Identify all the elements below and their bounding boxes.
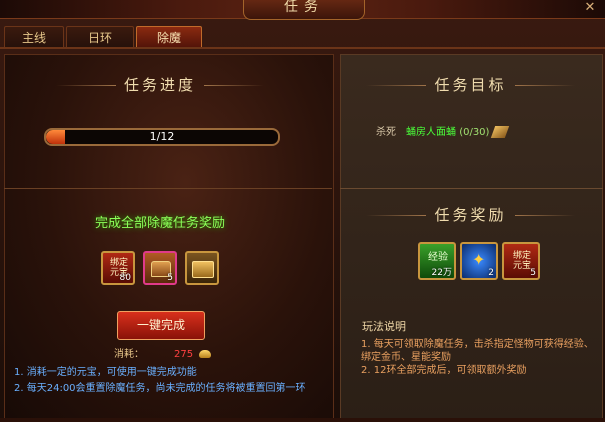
star-soul-icon: ✦	[472, 250, 486, 269]
experience-icon: 经验	[428, 252, 448, 263]
left-divider	[4, 188, 332, 189]
item-count: 5	[530, 268, 536, 278]
task-reward-experience[interactable]: 经验 22万	[418, 242, 456, 280]
sword-icon[interactable]	[491, 126, 510, 138]
note-line: 2. 每天24:00会重置除魔任务，尚未完成的任务将被重置回第一环	[14, 383, 306, 394]
cost-value: 275	[174, 349, 194, 360]
item-count: 22万	[431, 268, 452, 278]
cost-label: 消耗：	[114, 349, 144, 360]
task-reward-bound-ingot[interactable]: 绑定 元宝 5	[502, 242, 540, 280]
item-count: 80	[119, 273, 131, 283]
window-title: 任务	[243, 0, 365, 20]
note-line: 1. 消耗一定的元宝，可使用一键完成功能	[14, 367, 197, 378]
tab-bar: 主线 日环 除魔	[0, 26, 605, 49]
target-monster-link[interactable]: 蛹房人面蛹	[406, 127, 456, 138]
progress-notes: 1. 消耗一定的元宝，可使用一键完成功能 2. 每天24:00会重置除魔任务，尚…	[14, 365, 329, 397]
item-count: 2	[488, 268, 494, 278]
target-progress: (0/30)	[459, 127, 490, 138]
ornament-right	[514, 85, 575, 86]
rules-title: 玩法说明	[362, 320, 406, 333]
task-reward-title: 任务奖励	[350, 202, 591, 228]
progress-bar: 1/12	[44, 128, 280, 146]
task-reward-star-soul[interactable]: ✦ 2	[460, 242, 498, 280]
target-line: 杀死 蛹房人面蛹 (0/30)	[376, 123, 510, 138]
cost-row: 消耗： 275	[114, 345, 212, 360]
quest-window: 任务 ✕ 主线 日环 除魔 任务进度 1/12 完成全部除魔任务奖励 绑定 元宝…	[0, 0, 605, 422]
tab-daily-loop[interactable]: 日环	[66, 26, 134, 49]
target-section-title: 任务目标	[350, 72, 591, 98]
item-count: 5	[167, 273, 173, 283]
tab-demon-slaying[interactable]: 除魔	[136, 26, 202, 49]
rule-line: 2. 12环全部完成后，可领取额外奖励	[361, 365, 527, 376]
golden-book-icon	[192, 261, 214, 278]
reward-item-chest[interactable]: 5	[143, 251, 177, 285]
ornament-right	[514, 215, 575, 216]
ornament-left	[55, 85, 116, 86]
ornament-left	[366, 215, 427, 216]
ornament-left	[366, 85, 427, 86]
reward-item-bound-ingot[interactable]: 绑定 元宝 80	[101, 251, 135, 285]
tab-underline	[0, 47, 605, 49]
rule-line: 1. 每天可领取除魔任务，击杀指定怪物可获得经验、绑定金币、星能奖励	[361, 339, 594, 363]
all-complete-reward-title: 完成全部除魔任务奖励	[94, 216, 225, 231]
kill-label: 杀死	[376, 127, 396, 138]
rules-text: 1. 每天可领取除魔任务，击杀指定怪物可获得经验、绑定金币、星能奖励 2. 12…	[361, 338, 596, 377]
right-divider	[340, 188, 603, 189]
progress-text: 1/12	[149, 130, 175, 143]
ingot-icon	[199, 350, 212, 358]
bottom-strip	[0, 418, 605, 422]
ornament-right	[204, 85, 264, 86]
one-click-complete-button[interactable]: 一键完成	[117, 311, 205, 340]
close-icon[interactable]: ✕	[582, 1, 598, 15]
progress-section-title: 任务进度	[44, 72, 276, 98]
tab-main-quest[interactable]: 主线	[4, 26, 64, 49]
reward-item-book[interactable]	[185, 251, 219, 285]
